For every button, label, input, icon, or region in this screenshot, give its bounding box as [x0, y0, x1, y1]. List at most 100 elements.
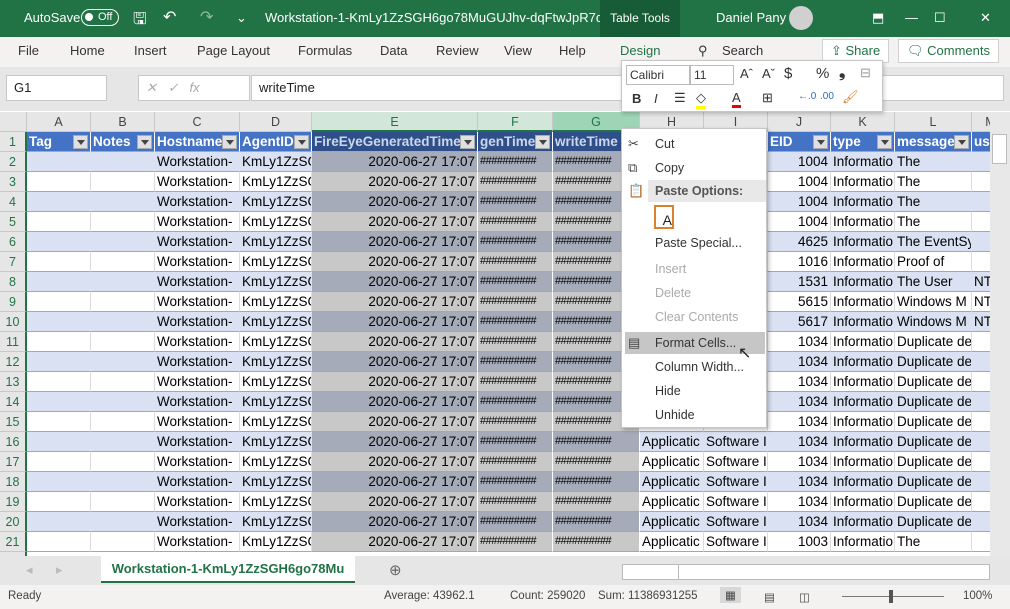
cell-A3[interactable]	[27, 172, 91, 192]
cell-J11[interactable]: 1034	[768, 332, 831, 352]
cell-K19[interactable]: Informatio	[831, 492, 895, 512]
cell-K14[interactable]: Informatio	[831, 392, 895, 412]
cell-K20[interactable]: Informatio	[831, 512, 895, 532]
cell-B11[interactable]	[91, 332, 155, 352]
row-header-12[interactable]: 12	[0, 352, 27, 372]
cell-D10[interactable]: KmLy1ZzSG	[240, 312, 312, 332]
cell-B17[interactable]	[91, 452, 155, 472]
cell-A19[interactable]	[27, 492, 91, 512]
cell-M11[interactable]	[972, 332, 990, 352]
cell-E18[interactable]: 2020-06-27 17:07	[312, 472, 478, 492]
cell-H16[interactable]: Applicatic	[640, 432, 704, 452]
cell-A17[interactable]	[27, 452, 91, 472]
row-header-1[interactable]: 1	[0, 132, 27, 152]
cell-E5[interactable]: 2020-06-27 17:07	[312, 212, 478, 232]
cell-D7[interactable]: KmLy1ZzSG	[240, 252, 312, 272]
cell-B6[interactable]	[91, 232, 155, 252]
cell-A11[interactable]	[27, 332, 91, 352]
row-header-13[interactable]: 13	[0, 372, 27, 392]
ribbon-display-icon[interactable]: ⬒	[872, 10, 884, 26]
row-header-8[interactable]: 8	[0, 272, 27, 292]
cell-B2[interactable]	[91, 152, 155, 172]
filter-dropdown-icon[interactable]	[460, 135, 475, 149]
sheet-tab[interactable]: Workstation-1-KmLy1ZzSGH6go78Mu	[101, 556, 355, 583]
cell-D8[interactable]: KmLy1ZzSG	[240, 272, 312, 292]
cell-E20[interactable]: 2020-06-27 17:07	[312, 512, 478, 532]
column-header-M[interactable]: M	[972, 112, 990, 132]
cell-J4[interactable]: 1004	[768, 192, 831, 212]
filter-dropdown-icon[interactable]	[535, 135, 550, 149]
tab-formulas[interactable]: Formulas	[298, 43, 352, 58]
filter-dropdown-icon[interactable]	[137, 135, 152, 149]
cell-K10[interactable]: Informatio	[831, 312, 895, 332]
save-icon[interactable]: 🖫	[133, 8, 147, 35]
column-header-B[interactable]: B	[91, 112, 155, 132]
cell-L17[interactable]: Duplicate defi	[895, 452, 972, 472]
zoom-slider[interactable]	[842, 590, 944, 603]
cell-L18[interactable]: Duplicate defi	[895, 472, 972, 492]
cell-J20[interactable]: 1034	[768, 512, 831, 532]
cell-C16[interactable]: Workstation-	[155, 432, 240, 452]
cell-J12[interactable]: 1034	[768, 352, 831, 372]
cell-F9[interactable]: ##########	[478, 292, 553, 312]
cell-M20[interactable]	[972, 512, 990, 532]
cell-J19[interactable]: 1034	[768, 492, 831, 512]
currency-icon[interactable]: $	[784, 65, 792, 82]
cell-K9[interactable]: Informatio	[831, 292, 895, 312]
cell-M21[interactable]	[972, 532, 990, 552]
cell-G19[interactable]: ##########	[553, 492, 640, 512]
cell-L2[interactable]: The	[895, 152, 972, 172]
cell-K6[interactable]: Informatio	[831, 232, 895, 252]
cell-A6[interactable]	[27, 232, 91, 252]
menu-cut[interactable]: ✂ Cut	[622, 133, 766, 155]
fill-color-icon[interactable]: ◇	[696, 90, 706, 109]
cell-E14[interactable]: 2020-06-27 17:07	[312, 392, 478, 412]
column-header-A[interactable]: A	[27, 112, 91, 132]
cell-D17[interactable]: KmLy1ZzSG	[240, 452, 312, 472]
page-layout-view-icon[interactable]: ▤	[764, 590, 775, 604]
cell-K12[interactable]: Informatio	[831, 352, 895, 372]
filter-dropdown-icon[interactable]	[73, 135, 88, 149]
search-box[interactable]: Search	[722, 43, 763, 58]
cell-F11[interactable]: ##########	[478, 332, 553, 352]
cell-B18[interactable]	[91, 472, 155, 492]
cell-E4[interactable]: 2020-06-27 17:07	[312, 192, 478, 212]
menu-unhide[interactable]: Unhide	[622, 404, 766, 426]
menu-clear-contents[interactable]: Clear Contents	[622, 306, 766, 328]
row-header-9[interactable]: 9	[0, 292, 27, 312]
cell-J6[interactable]: 4625	[768, 232, 831, 252]
cell-F21[interactable]: ##########	[478, 532, 553, 552]
format-painter-icon[interactable]: 🖌	[842, 89, 859, 105]
filter-dropdown-icon[interactable]	[222, 135, 237, 149]
cell-I18[interactable]: Software I	[704, 472, 768, 492]
autosave-toggle[interactable]: Off	[81, 9, 119, 26]
cell-J3[interactable]: 1004	[768, 172, 831, 192]
vertical-scrollbar[interactable]	[990, 112, 1010, 556]
cell-A4[interactable]	[27, 192, 91, 212]
customize-qat-icon[interactable]: ⌄	[236, 10, 247, 26]
cell-E21[interactable]: 2020-06-27 17:07	[312, 532, 478, 552]
paste-keep-text-icon[interactable]: A	[654, 205, 674, 229]
maximize-icon[interactable]: ☐	[934, 10, 946, 26]
cell-J5[interactable]: 1004	[768, 212, 831, 232]
cell-E8[interactable]: 2020-06-27 17:07	[312, 272, 478, 292]
cell-D18[interactable]: KmLy1ZzSG	[240, 472, 312, 492]
cell-L20[interactable]: Duplicate defi	[895, 512, 972, 532]
normal-view-icon[interactable]: ▦	[720, 587, 741, 603]
cell-C21[interactable]: Workstation-	[155, 532, 240, 552]
cell-M14[interactable]	[972, 392, 990, 412]
cell-C8[interactable]: Workstation-	[155, 272, 240, 292]
search-icon[interactable]: ⚲	[698, 43, 708, 59]
row-header-14[interactable]: 14	[0, 392, 27, 412]
cell-D12[interactable]: KmLy1ZzSG	[240, 352, 312, 372]
select-all-corner[interactable]	[0, 112, 27, 132]
cell-A13[interactable]	[27, 372, 91, 392]
cell-M19[interactable]	[972, 492, 990, 512]
cell-J9[interactable]: 5615	[768, 292, 831, 312]
next-sheet-icon[interactable]: ▸	[56, 562, 63, 578]
cell-A18[interactable]	[27, 472, 91, 492]
cell-K5[interactable]: Informatio	[831, 212, 895, 232]
cell-I16[interactable]: Software I	[704, 432, 768, 452]
comma-style-icon[interactable]: ❟	[839, 64, 845, 82]
minimize-icon[interactable]: —	[905, 10, 918, 25]
